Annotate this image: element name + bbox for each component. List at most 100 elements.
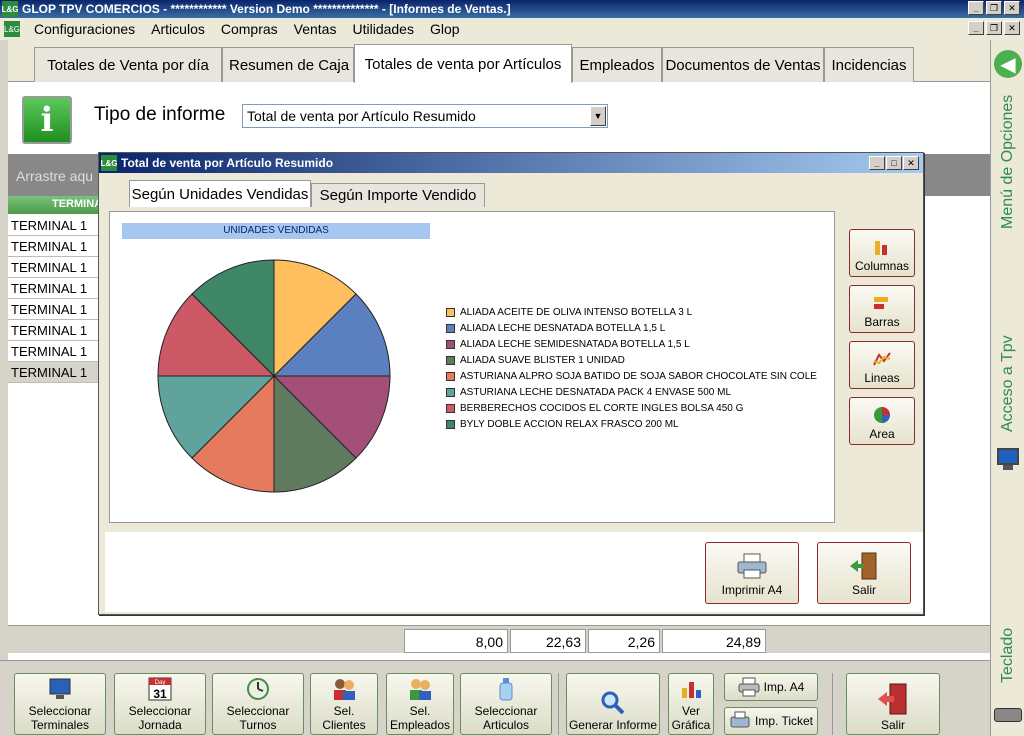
menu-articulos[interactable]: Articulos bbox=[143, 21, 213, 37]
table-row[interactable]: TERMINAL 1 bbox=[8, 362, 100, 383]
select-day-label: Seleccionar Jornada bbox=[128, 704, 192, 732]
grid-header-terminal[interactable]: TERMINA bbox=[8, 196, 100, 214]
bottom-toolbar: Seleccionar Terminales Day 31 Seleccionar… bbox=[0, 660, 990, 736]
totals-bar: 8,00 22,63 2,26 24,89 bbox=[8, 625, 990, 653]
minimize-button[interactable]: _ bbox=[968, 1, 984, 15]
calendar-month-text: Day bbox=[155, 680, 166, 686]
select-terminals-button[interactable]: Seleccionar Terminales bbox=[14, 673, 106, 735]
select-clients-button[interactable]: Sel. Clientes bbox=[310, 673, 378, 735]
report-type-select[interactable]: Total de venta por Artículo Resumido ▼ bbox=[242, 104, 608, 128]
mdi-close-button[interactable]: ✕ bbox=[1004, 21, 1020, 35]
dialog-close-button[interactable]: ✕ bbox=[903, 156, 919, 170]
total-cell: 24,89 bbox=[662, 629, 766, 653]
dialog-minimize-button[interactable]: _ bbox=[869, 156, 885, 170]
lineas-label: Lineas bbox=[864, 371, 900, 385]
tab-resumen-caja[interactable]: Resumen de Caja bbox=[222, 47, 354, 82]
legend-label: ASTURIANA ALPRO SOJA BATIDO DE SOJA SABO… bbox=[460, 370, 817, 382]
mdi-window-controls: _ ❐ ✕ bbox=[968, 21, 1020, 35]
tab-totales-dia[interactable]: Totales de Venta por día bbox=[34, 47, 222, 82]
chart-legend: ALIADA ACEITE DE OLIVA INTENSO BOTELLA 3… bbox=[446, 304, 817, 432]
barras-button[interactable]: Barras bbox=[849, 285, 915, 333]
magnifier-icon bbox=[601, 691, 625, 715]
legend-item: ASTURIANA ALPRO SOJA BATIDO DE SOJA SABO… bbox=[446, 368, 817, 384]
exit-toolbar-button[interactable]: Salir bbox=[846, 673, 940, 735]
info-icon: i bbox=[22, 96, 72, 144]
print-ticket-button[interactable]: Imp. Ticket bbox=[724, 707, 818, 735]
dialog-maximize-button[interactable]: □ bbox=[886, 156, 902, 170]
menu-opciones-link[interactable]: Menú de Opciones bbox=[995, 84, 1021, 240]
tab-documentos-ventas[interactable]: Documentos de Ventas bbox=[662, 47, 824, 82]
print-a4-button[interactable]: Imprimir A4 bbox=[705, 542, 799, 604]
barras-label: Barras bbox=[864, 315, 900, 329]
close-button[interactable]: ✕ bbox=[1004, 1, 1020, 15]
chart-title: UNIDADES VENDIDAS bbox=[122, 223, 430, 239]
menu-bar: L&G Configuraciones Articulos Compras Ve… bbox=[0, 18, 1024, 40]
monitor-icon[interactable] bbox=[997, 448, 1019, 472]
legend-label: BYLY DOBLE ACCION RELAX FRASCO 200 ML bbox=[460, 418, 679, 430]
legend-swatch bbox=[446, 323, 455, 333]
table-row[interactable]: TERMINAL 1 bbox=[8, 215, 100, 236]
mdi-restore-button[interactable]: ❐ bbox=[986, 21, 1002, 35]
tab-empleados[interactable]: Empleados bbox=[572, 47, 662, 82]
printer-icon bbox=[738, 677, 760, 697]
restore-button[interactable]: ❐ bbox=[986, 1, 1002, 15]
select-day-button[interactable]: Day 31 Seleccionar Jornada bbox=[114, 673, 206, 735]
keyboard-icon[interactable] bbox=[994, 708, 1022, 722]
select-employees-button[interactable]: Sel. Empleados bbox=[386, 673, 454, 735]
legend-swatch bbox=[446, 387, 455, 397]
legend-swatch bbox=[446, 307, 455, 317]
chevron-down-icon[interactable]: ▼ bbox=[590, 106, 606, 126]
teclado-link[interactable]: Teclado bbox=[995, 620, 1021, 690]
menu-ventas[interactable]: Ventas bbox=[286, 21, 345, 37]
print-a4-toolbar-button[interactable]: Imp. A4 bbox=[724, 673, 818, 701]
exit-button[interactable]: Salir bbox=[817, 542, 911, 604]
table-row[interactable]: TERMINAL 1 bbox=[8, 320, 100, 341]
title-bar: L&G GLOP TPV COMERCIOS - ************ Ve… bbox=[0, 0, 1024, 18]
menu-configuraciones[interactable]: Configuraciones bbox=[26, 21, 143, 37]
generate-report-button[interactable]: Generar Informe bbox=[566, 673, 660, 735]
tab-importe-vendido[interactable]: Según Importe Vendido bbox=[311, 183, 485, 207]
select-articles-button[interactable]: Seleccionar Articulos bbox=[460, 673, 552, 735]
menu-compras[interactable]: Compras bbox=[213, 21, 286, 37]
ticket-printer-icon bbox=[730, 711, 750, 728]
table-row[interactable]: TERMINAL 1 bbox=[8, 341, 100, 362]
pie-chart bbox=[157, 259, 391, 493]
print-ticket-label: Imp. Ticket bbox=[754, 714, 813, 728]
select-shifts-button[interactable]: Seleccionar Turnos bbox=[212, 673, 304, 735]
tab-unidades-vendidas[interactable]: Según Unidades Vendidas bbox=[129, 180, 311, 207]
mdi-app-icon: L&G bbox=[4, 21, 20, 37]
lineas-button[interactable]: Lineas bbox=[849, 341, 915, 389]
area-button[interactable]: Area bbox=[849, 397, 915, 445]
exit-toolbar-label: Salir bbox=[880, 718, 905, 732]
view-chart-button[interactable]: Ver Gráfica bbox=[668, 673, 714, 735]
menu-glop[interactable]: Glop bbox=[422, 21, 468, 37]
legend-swatch bbox=[446, 355, 455, 365]
tab-incidencias[interactable]: Incidencias bbox=[824, 47, 914, 82]
table-row[interactable]: TERMINAL 1 bbox=[8, 236, 100, 257]
back-arrow-icon[interactable]: ◀ bbox=[994, 50, 1022, 78]
table-row[interactable]: TERMINAL 1 bbox=[8, 299, 100, 320]
clock-icon bbox=[247, 678, 269, 700]
columnas-button[interactable]: Columnas bbox=[849, 229, 915, 277]
chart-dialog: L&G Total de venta por Artículo Resumido… bbox=[98, 152, 924, 615]
legend-label: ASTURIANA LECHE DESNATADA PACK 4 ENVASE … bbox=[460, 386, 732, 398]
table-row[interactable]: TERMINAL 1 bbox=[8, 278, 100, 299]
legend-item: ALIADA SUAVE BLISTER 1 UNIDAD bbox=[446, 352, 817, 368]
menu-utilidades[interactable]: Utilidades bbox=[344, 21, 421, 37]
legend-item: BYLY DOBLE ACCION RELAX FRASCO 200 ML bbox=[446, 416, 817, 432]
print-a4-toolbar-label: Imp. A4 bbox=[763, 680, 805, 694]
clients-icon bbox=[334, 679, 355, 700]
dialog-window-controls: _ □ ✕ bbox=[869, 156, 919, 170]
legend-item: ALIADA ACEITE DE OLIVA INTENSO BOTELLA 3… bbox=[446, 304, 817, 320]
total-cell: 8,00 bbox=[404, 629, 508, 653]
total-cell: 22,63 bbox=[510, 629, 586, 653]
table-row[interactable]: TERMINAL 1 bbox=[8, 257, 100, 278]
bar-chart-icon bbox=[874, 297, 888, 309]
employees-icon bbox=[410, 679, 431, 700]
acceso-tpv-link[interactable]: Acceso a Tpv bbox=[995, 328, 1021, 440]
printer-icon bbox=[737, 553, 767, 579]
toolbar-separator bbox=[832, 673, 833, 735]
window-title: GLOP TPV COMERCIOS - ************ Versio… bbox=[22, 2, 511, 16]
mdi-minimize-button[interactable]: _ bbox=[968, 21, 984, 35]
tab-totales-articulos[interactable]: Totales de venta por Artículos bbox=[354, 44, 572, 83]
